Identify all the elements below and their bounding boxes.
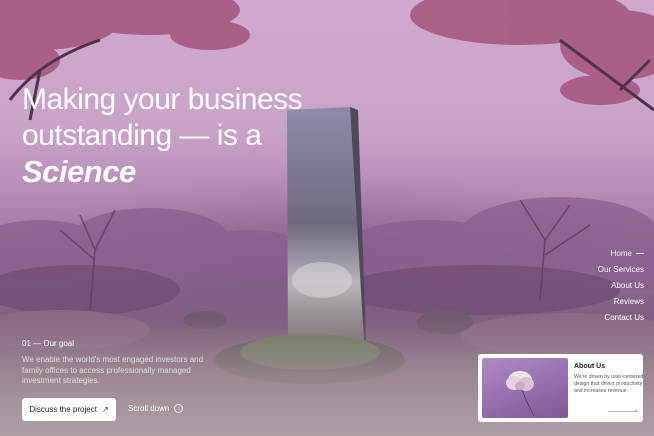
nav-item-home[interactable]: Home xyxy=(598,246,644,262)
about-us-card-title: About Us xyxy=(574,363,606,370)
discuss-project-button[interactable]: Discuss the project ↗ xyxy=(22,398,116,421)
headline-emphasis: Science xyxy=(22,154,136,189)
hero-headline: Making your business outstanding — is a … xyxy=(22,82,303,190)
nav-item-reviews[interactable]: Reviews xyxy=(598,294,644,310)
nav-item-our-services[interactable]: Our Services xyxy=(598,262,644,278)
flower-thumbnail-image xyxy=(482,358,568,418)
hero-section: Making your business outstanding — is a … xyxy=(0,0,654,436)
about-us-card-body: About Us We're driven by user-centered d… xyxy=(574,358,644,418)
nav-item-label: Home xyxy=(610,249,632,258)
side-navigation: Home Our Services About Us Reviews Conta… xyxy=(598,246,644,326)
scroll-down-label: Scroll down xyxy=(128,404,170,413)
goal-description: We enable the world's most engaged inves… xyxy=(22,355,204,385)
about-us-card-text: We're driven by user-centered design tha… xyxy=(574,374,644,394)
arrow-right-icon xyxy=(608,409,638,413)
arrow-up-right-icon: ↗ xyxy=(101,405,109,414)
arrow-down-icon: ↓ xyxy=(174,404,184,413)
goal-title: 01 — Our goal xyxy=(22,339,75,348)
about-us-card[interactable]: About Us We're driven by user-centered d… xyxy=(478,354,643,422)
active-indicator xyxy=(636,253,644,255)
discuss-project-label: Discuss the project xyxy=(29,405,97,414)
headline-line-1: Making your business xyxy=(22,83,303,116)
flower-illustration xyxy=(506,371,535,417)
nav-item-contact-us[interactable]: Contact Us xyxy=(598,310,644,326)
nav-item-about-us[interactable]: About Us xyxy=(598,278,644,294)
scroll-down-button[interactable]: Scroll down ↓ xyxy=(128,404,184,413)
headline-line-2: outstanding — is a xyxy=(22,119,262,152)
